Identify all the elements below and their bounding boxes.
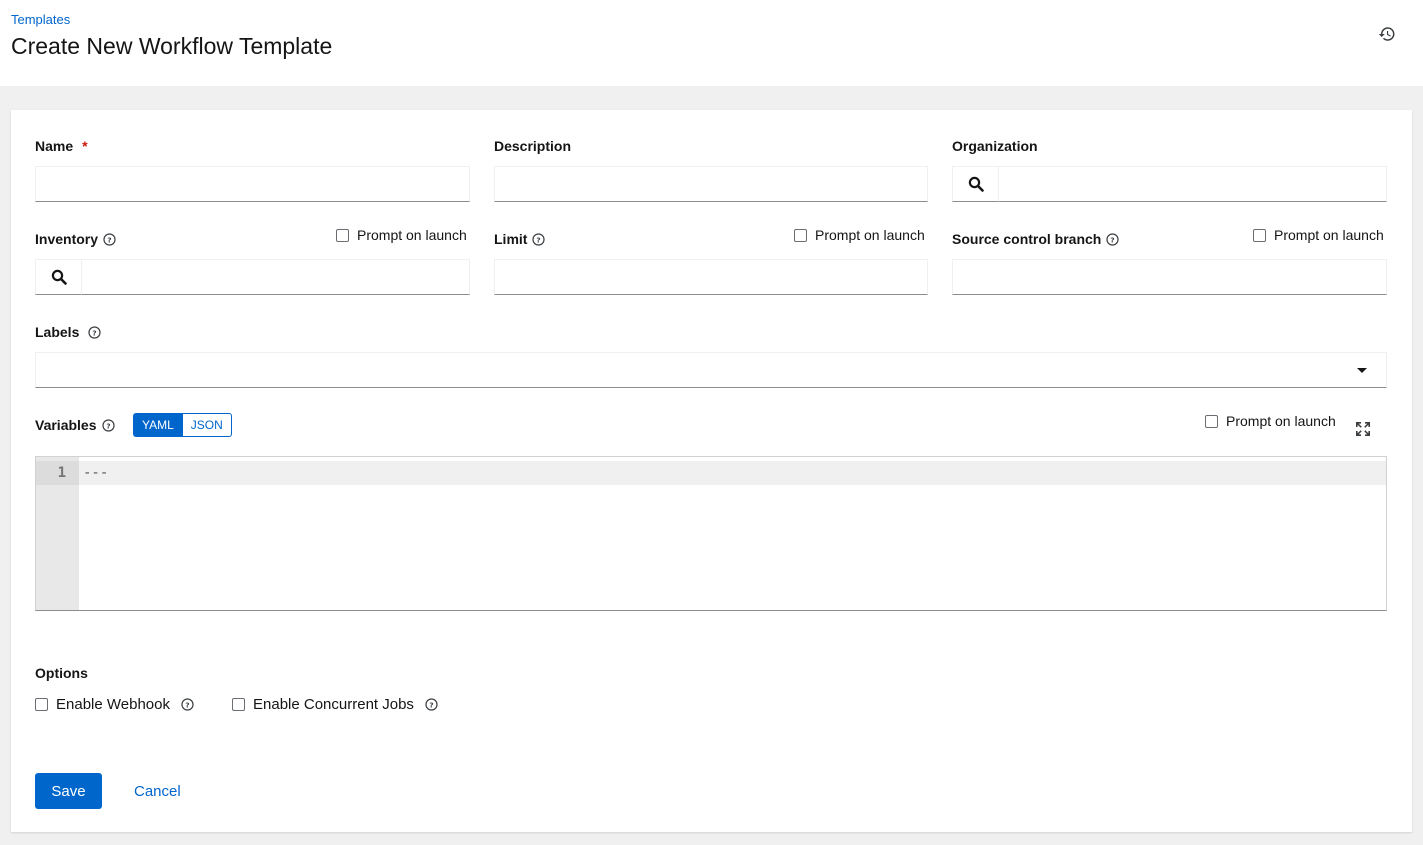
history-button[interactable] — [1375, 23, 1399, 47]
active-line-highlight — [79, 461, 1386, 485]
caret-down-icon — [1357, 368, 1367, 373]
yaml-toggle-button[interactable]: YAML — [133, 413, 183, 437]
editor-code-text: --- — [83, 465, 109, 481]
json-toggle-button[interactable]: JSON — [182, 413, 232, 437]
inventory-label: Inventory ? — [35, 231, 116, 247]
svg-text:?: ? — [429, 700, 433, 709]
save-button[interactable]: Save — [35, 773, 102, 809]
description-label: Description — [494, 138, 572, 154]
svg-text:?: ? — [185, 700, 189, 709]
form-card: Name * Description Organization Inventory… — [11, 110, 1412, 832]
organization-input[interactable] — [999, 166, 1387, 202]
enable-concurrent-jobs-option[interactable]: Enable Concurrent Jobs ? — [232, 696, 438, 713]
svg-text:?: ? — [106, 421, 110, 430]
labels-label: Labels ? — [35, 324, 101, 340]
inventory-search-button[interactable] — [35, 259, 82, 295]
variables-code-editor[interactable]: 1 --- — [35, 456, 1387, 611]
page-header: Templates Create New Workflow Template — [0, 0, 1423, 86]
inventory-lookup — [35, 259, 470, 295]
expand-icon[interactable] — [1355, 421, 1371, 437]
limit-input[interactable] — [494, 259, 928, 295]
options-label: Options — [35, 665, 88, 681]
svg-text:?: ? — [93, 328, 97, 337]
inventory-prompt-checkbox[interactable]: Prompt on launch — [336, 227, 467, 243]
limit-label: Limit ? — [494, 231, 546, 247]
organization-search-button[interactable] — [952, 166, 999, 202]
svg-text:?: ? — [1111, 235, 1115, 244]
breadcrumb-templates[interactable]: Templates — [11, 12, 70, 27]
variables-label: Variables ? — [35, 417, 115, 433]
help-icon[interactable]: ? — [425, 698, 438, 711]
scm-branch-prompt-checkbox[interactable]: Prompt on launch — [1253, 227, 1384, 243]
help-icon[interactable]: ? — [181, 698, 194, 711]
history-icon — [1378, 26, 1395, 41]
scm-branch-label: Source control branch ? — [952, 231, 1119, 247]
help-icon[interactable]: ? — [1106, 232, 1119, 246]
cancel-button[interactable]: Cancel — [121, 773, 194, 809]
name-label: Name * — [35, 138, 88, 154]
search-icon — [968, 176, 984, 192]
help-icon[interactable]: ? — [103, 232, 116, 246]
checkbox[interactable] — [336, 228, 349, 242]
checkbox[interactable] — [1253, 228, 1266, 242]
enable-webhook-option[interactable]: Enable Webhook ? — [35, 696, 194, 713]
organization-label: Organization — [952, 138, 1038, 154]
required-marker: * — [82, 138, 88, 154]
labels-select[interactable] — [35, 352, 1387, 388]
help-icon[interactable]: ? — [532, 232, 546, 246]
line-number: 1 — [36, 461, 79, 485]
help-icon[interactable]: ? — [101, 418, 115, 432]
variables-mode-toggle: YAML JSON — [133, 413, 232, 437]
inventory-input[interactable] — [82, 259, 470, 295]
checkbox[interactable] — [794, 228, 807, 242]
scm-branch-input[interactable] — [952, 259, 1387, 295]
search-icon — [51, 269, 67, 285]
svg-text:?: ? — [107, 235, 111, 244]
checkbox[interactable] — [232, 698, 245, 711]
svg-text:?: ? — [537, 235, 541, 244]
variables-prompt-checkbox[interactable]: Prompt on launch — [1205, 413, 1336, 429]
limit-prompt-checkbox[interactable]: Prompt on launch — [794, 227, 925, 243]
checkbox[interactable] — [35, 698, 48, 711]
description-input[interactable] — [494, 166, 928, 202]
page-title: Create New Workflow Template — [11, 33, 333, 59]
name-input[interactable] — [35, 166, 470, 202]
checkbox[interactable] — [1205, 414, 1218, 428]
organization-lookup — [952, 166, 1387, 202]
help-icon[interactable]: ? — [88, 325, 101, 339]
